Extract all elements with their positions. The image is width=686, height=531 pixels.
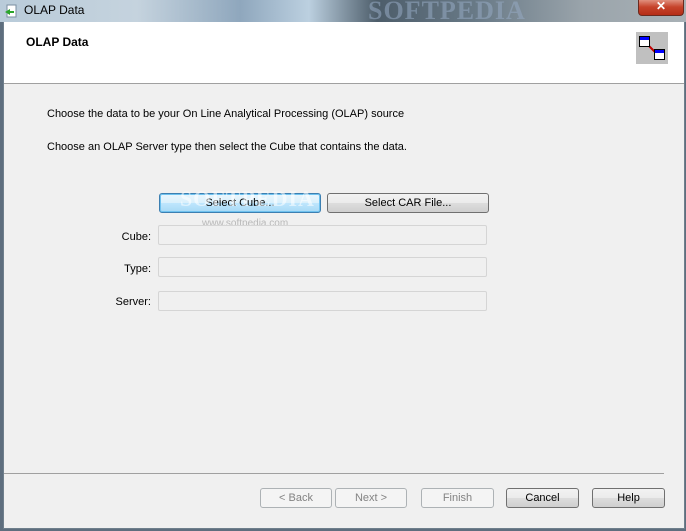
next-button[interactable]: Next > bbox=[335, 488, 407, 508]
description-text-2: Choose an OLAP Server type then select t… bbox=[47, 141, 407, 153]
title-bar[interactable]: SOFTPEDIA OLAP Data ✕ bbox=[0, 0, 686, 25]
close-button[interactable]: ✕ bbox=[638, 0, 684, 16]
back-button[interactable]: < Back bbox=[260, 488, 332, 508]
server-label: Server: bbox=[115, 296, 151, 308]
app-icon bbox=[5, 4, 17, 18]
window-title: OLAP Data bbox=[24, 3, 85, 17]
close-icon: ✕ bbox=[655, 0, 667, 13]
finish-button[interactable]: Finish bbox=[421, 488, 494, 508]
watermark-logo: SOFTPEDIA bbox=[180, 186, 315, 211]
help-button[interactable]: Help bbox=[592, 488, 665, 508]
server-field bbox=[158, 291, 487, 311]
linked-tables-icon bbox=[636, 32, 668, 64]
type-field bbox=[158, 257, 487, 277]
wizard-header: OLAP Data bbox=[4, 22, 684, 84]
description-text-1: Choose the data to be your On Line Analy… bbox=[47, 108, 405, 120]
cube-field bbox=[158, 225, 487, 245]
cube-label: Cube: bbox=[121, 231, 151, 243]
wizard-window: OLAP Data Choose the data to be your On … bbox=[3, 22, 685, 529]
cancel-button[interactable]: Cancel bbox=[506, 488, 579, 508]
type-label: Type: bbox=[124, 263, 151, 275]
page-title: OLAP Data bbox=[26, 35, 89, 49]
footer-separator bbox=[4, 473, 664, 474]
select-car-file-button[interactable]: Select CAR File... bbox=[327, 193, 489, 213]
